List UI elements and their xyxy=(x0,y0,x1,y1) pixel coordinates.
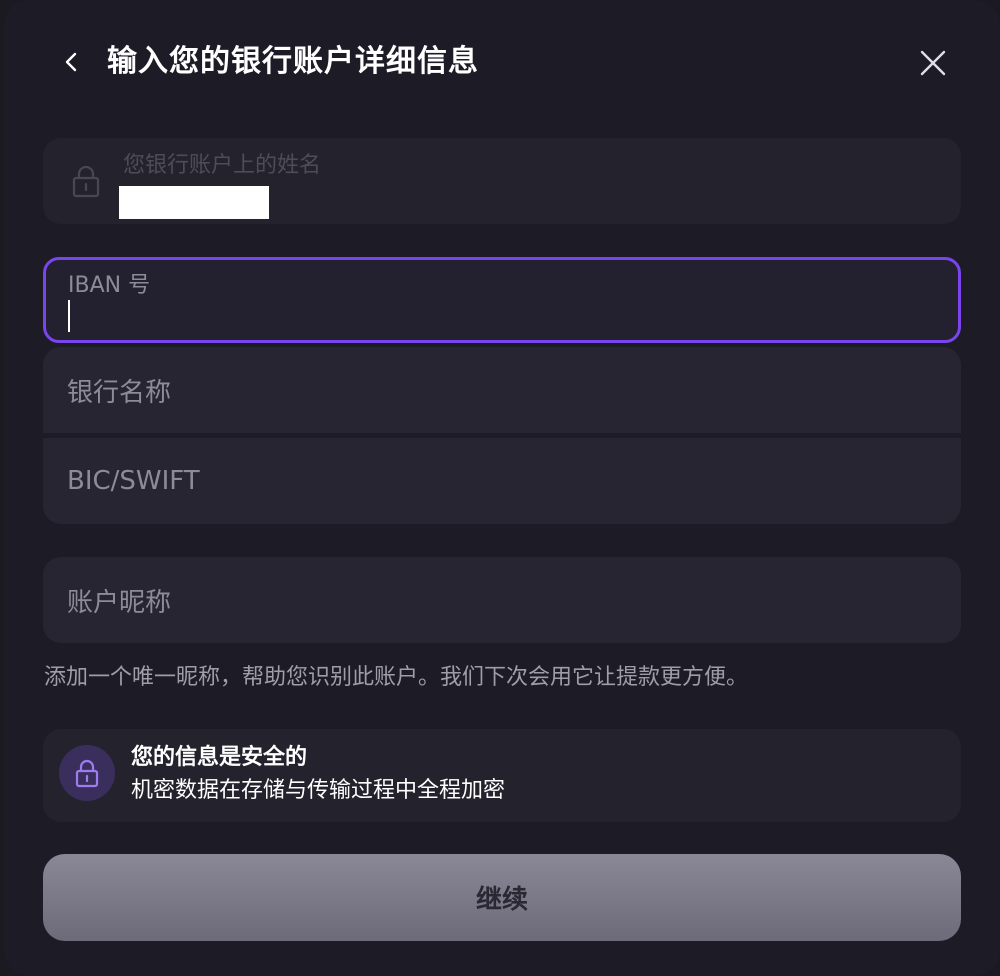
iban-field[interactable]: IBAN 号 xyxy=(43,257,961,343)
close-icon xyxy=(920,50,946,76)
bank-name-placeholder: 银行名称 xyxy=(67,377,172,408)
account-name-field: 您银行账户上的姓名 xyxy=(43,138,961,224)
bank-name-field[interactable]: 银行名称 xyxy=(43,347,961,433)
iban-input[interactable] xyxy=(68,298,922,334)
close-button[interactable] xyxy=(914,44,952,82)
bic-swift-placeholder: BIC/SWIFT xyxy=(67,466,200,496)
nickname-hint: 添加一个唯一昵称，帮助您识别此账户。我们下次会用它让提款更方便。 xyxy=(44,665,749,690)
security-icon-badge xyxy=(59,745,115,801)
bic-swift-field[interactable]: BIC/SWIFT xyxy=(43,438,961,524)
bank-details-modal: 输入您的银行账户详细信息 您银行账户上的姓名 IBAN 号 银行名称 BIC/S… xyxy=(4,0,1000,976)
back-button[interactable] xyxy=(54,44,88,80)
nickname-placeholder: 账户昵称 xyxy=(67,587,172,618)
security-title: 您的信息是安全的 xyxy=(131,745,308,770)
security-description: 机密数据在存储与传输过程中全程加密 xyxy=(131,778,506,803)
lock-icon xyxy=(72,165,100,198)
lock-icon xyxy=(75,759,99,788)
account-name-label: 您银行账户上的姓名 xyxy=(123,153,322,178)
iban-label: IBAN 号 xyxy=(68,273,151,298)
modal-header: 输入您的银行账户详细信息 xyxy=(4,0,1000,124)
account-name-value-redacted xyxy=(119,186,269,219)
continue-button[interactable]: 继续 xyxy=(43,854,961,941)
page-title: 输入您的银行账户详细信息 xyxy=(107,44,479,79)
security-notice: 您的信息是安全的 机密数据在存储与传输过程中全程加密 xyxy=(43,729,961,822)
chevron-left-icon xyxy=(65,52,77,72)
nickname-field[interactable]: 账户昵称 xyxy=(43,557,961,643)
